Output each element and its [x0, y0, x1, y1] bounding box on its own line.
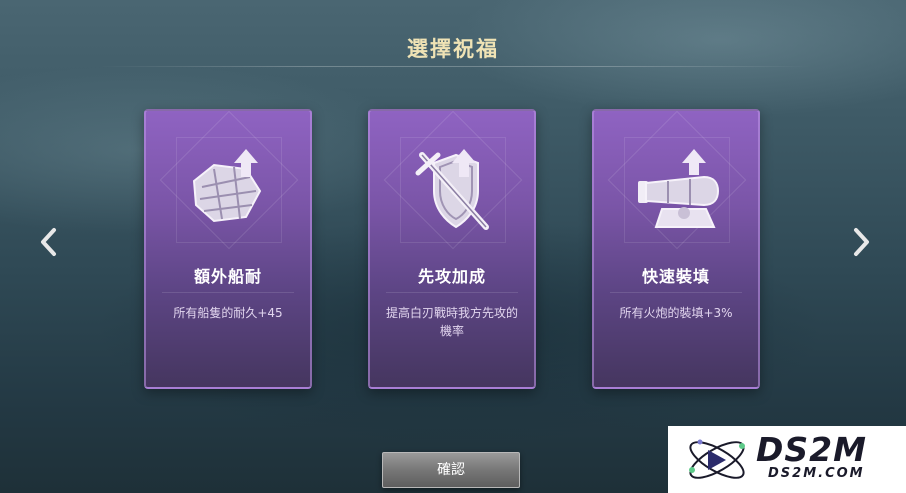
card-description: 所有火炮的裝填+3%	[619, 306, 733, 320]
chevron-left-icon[interactable]	[38, 226, 60, 258]
card-description: 所有船隻的耐久+45	[173, 306, 283, 320]
card-title: 先攻加成	[417, 267, 486, 286]
hull-plank-upgrade-icon	[192, 149, 262, 223]
watermark-url: DS2M.COM	[768, 466, 865, 481]
watermark: DS2M DS2M.COM	[668, 426, 906, 493]
blessing-card-hull[interactable]: 額外船耐 所有船隻的耐久+45	[144, 109, 312, 389]
card-title: 額外船耐	[193, 267, 262, 286]
cannon-upgrade-icon	[638, 149, 720, 228]
card-divider	[162, 292, 294, 293]
page-title: 選擇祝福	[407, 37, 499, 61]
title-divider	[95, 66, 811, 67]
blessing-card-reload[interactable]: 快速裝填 所有火炮的裝填+3%	[592, 109, 760, 389]
confirm-button[interactable]: 確認	[382, 452, 520, 488]
blessing-card-initiative[interactable]: 先攻加成 提高白刃戰時我方先攻的機率	[368, 109, 536, 389]
atom-logo-icon	[689, 439, 745, 479]
card-description: 提高白刃戰時我方先攻的機率	[385, 306, 518, 338]
card-title: 快速裝填	[641, 267, 710, 286]
chevron-right-icon[interactable]	[850, 226, 872, 258]
sword-shield-upgrade-icon	[415, 149, 489, 230]
card-divider	[386, 292, 518, 293]
card-divider	[610, 292, 742, 293]
watermark-text: DS2M	[756, 430, 867, 469]
